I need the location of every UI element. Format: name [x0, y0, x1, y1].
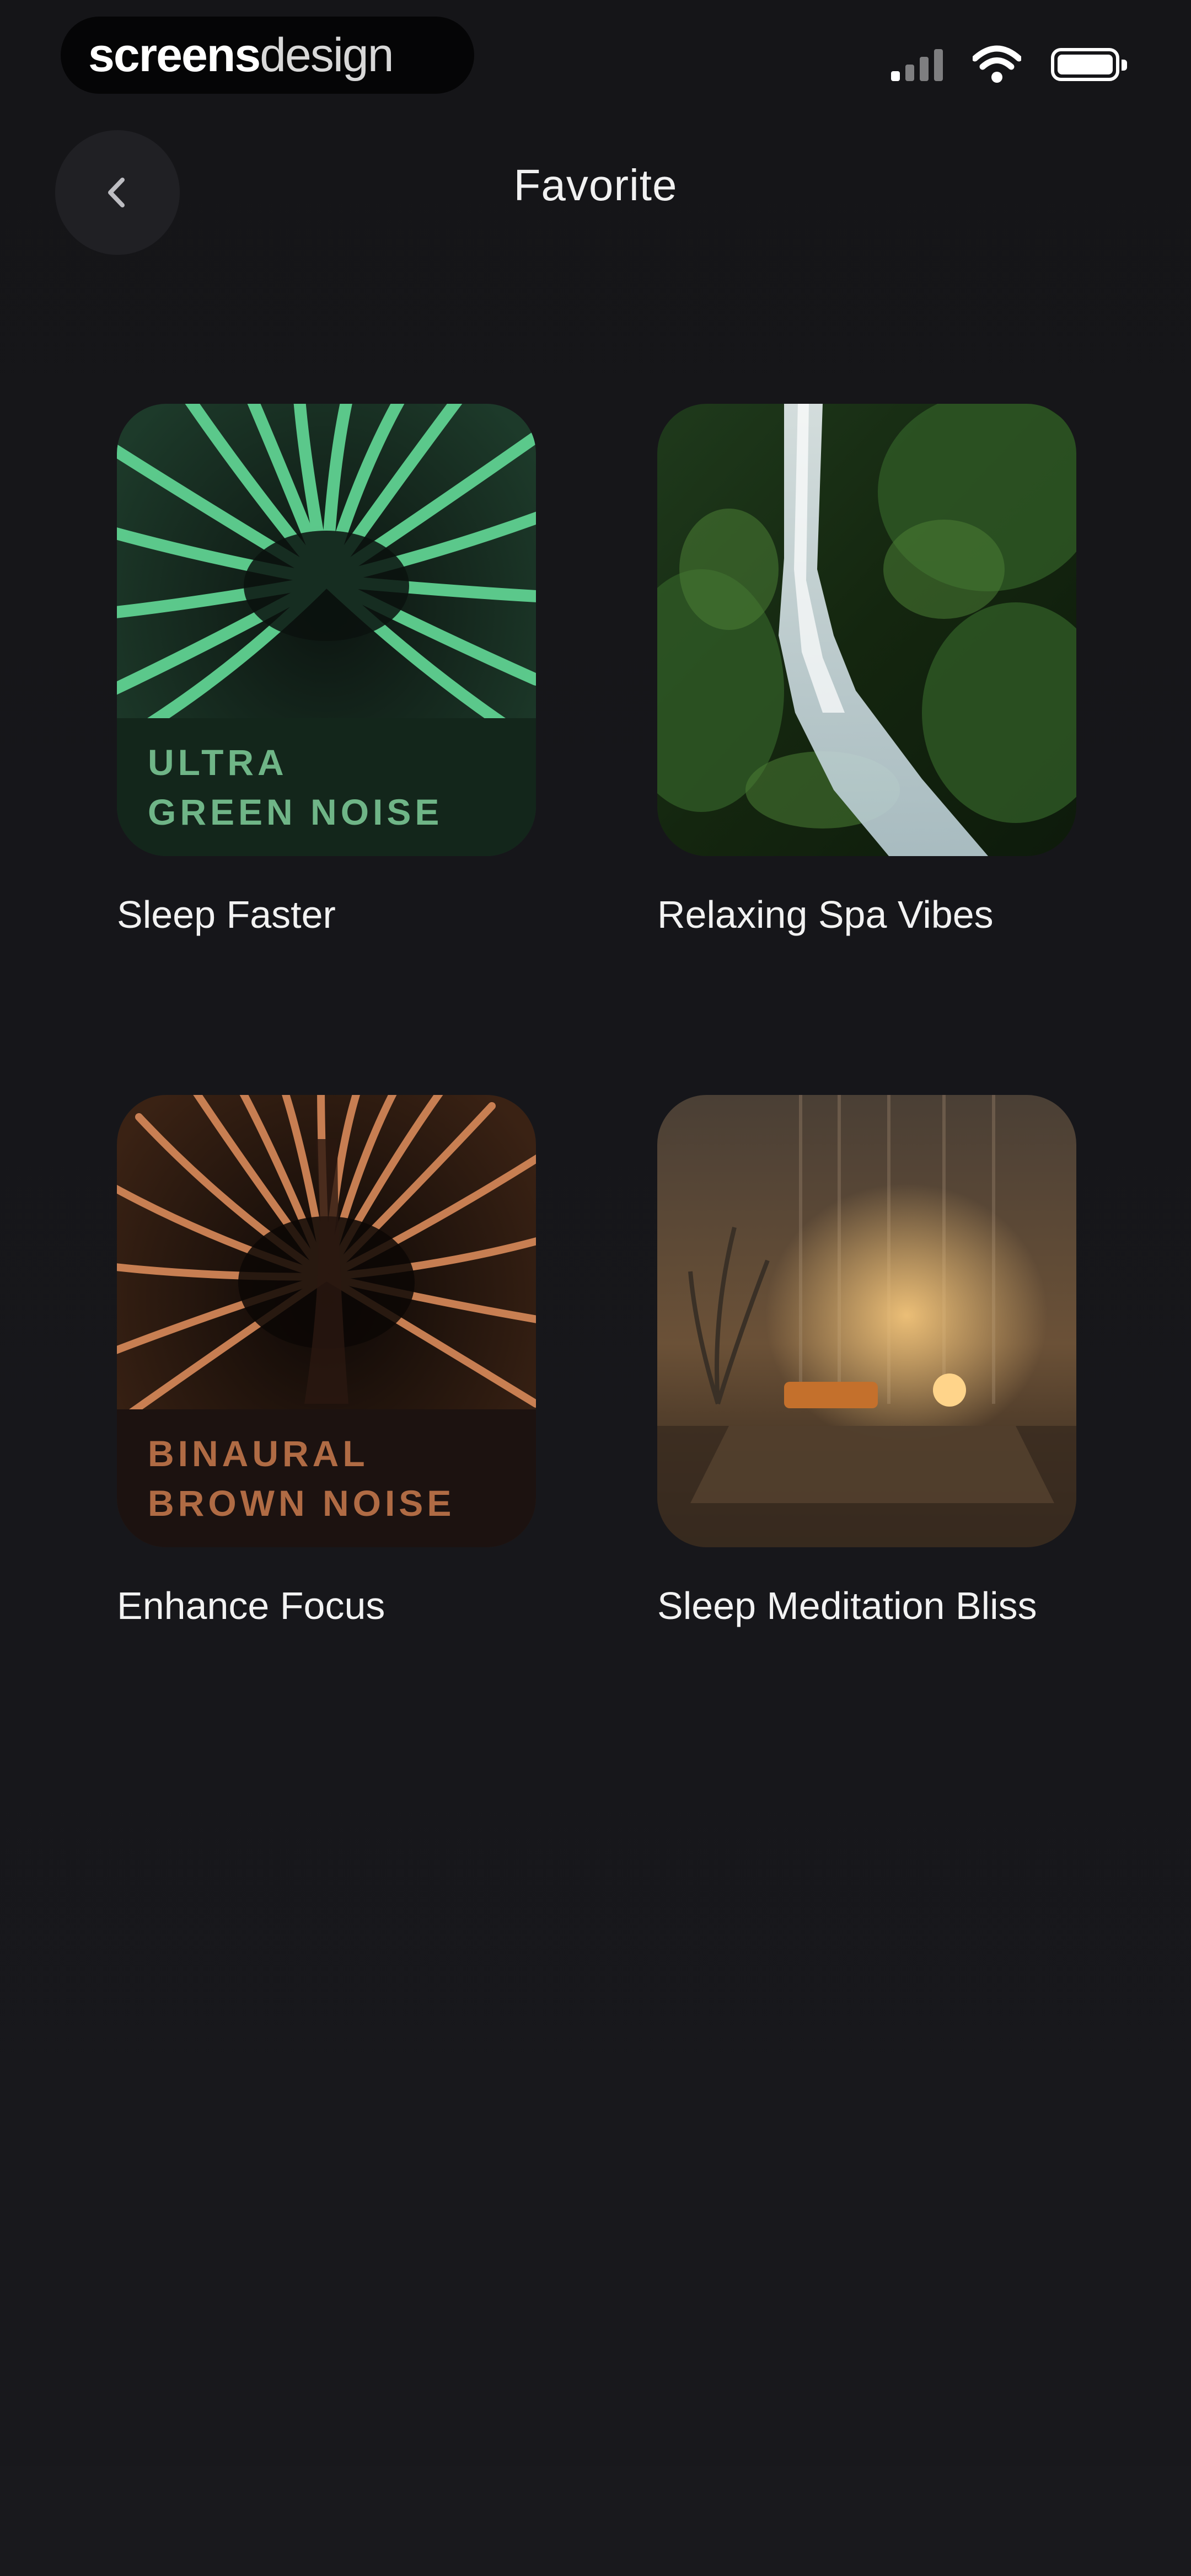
status-bar: screens design	[0, 0, 1191, 116]
brand-logo: screens design	[61, 17, 474, 94]
card-label: Relaxing Spa Vibes	[657, 893, 994, 936]
cover-caption: ULTRA GREEN NOISE	[117, 718, 536, 856]
cover-caption-line2: BROWN NOISE	[148, 1483, 455, 1524]
bottom-bar	[0, 2466, 1191, 2576]
cover-image-green-noise: ULTRA GREEN NOISE	[117, 404, 536, 856]
cover-caption: BINAURAL BROWN NOISE	[117, 1409, 536, 1547]
battery-icon	[1051, 48, 1127, 81]
signal-icon	[891, 48, 943, 81]
cover-caption-line2: GREEN NOISE	[148, 792, 443, 832]
cover-caption-line1: BINAURAL	[148, 1433, 369, 1474]
favorite-card-sleep-faster[interactable]: ULTRA GREEN NOISE Sleep Faster	[117, 404, 536, 940]
brand-text-light: design	[260, 28, 394, 82]
cover-image-candle-room	[657, 1095, 1076, 1547]
cover-caption-line1: ULTRA	[148, 742, 288, 783]
cover-image-waterfall	[657, 404, 1076, 856]
card-label: Sleep Faster	[117, 893, 336, 936]
wifi-icon	[973, 45, 1021, 83]
page-title: Favorite	[513, 161, 678, 210]
favorite-screen: screens design Favorite ULTRA GREEN NOIS…	[0, 0, 1191, 2576]
brand-text-bold: screens	[88, 28, 261, 82]
card-label: Enhance Focus	[117, 1584, 385, 1627]
favorite-card-sleep-meditation-bliss[interactable]: Sleep Meditation Bliss	[657, 1095, 1076, 1631]
card-label: Sleep Meditation Bliss	[657, 1584, 1037, 1627]
cover-image-brown-noise: BINAURAL BROWN NOISE	[117, 1095, 536, 1547]
status-icons	[891, 40, 1127, 89]
favorite-card-relaxing-spa-vibes[interactable]: Relaxing Spa Vibes	[657, 404, 1076, 940]
favorite-card-enhance-focus[interactable]: BINAURAL BROWN NOISE Enhance Focus	[117, 1095, 536, 1631]
